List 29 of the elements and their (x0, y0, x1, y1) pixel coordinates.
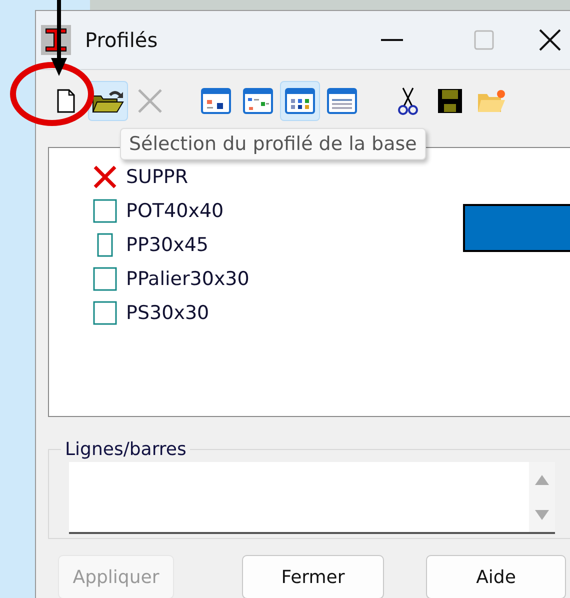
view-icon (285, 88, 315, 114)
profile-name[interactable]: SUPPR (126, 166, 188, 188)
square-profile-icon (93, 199, 117, 223)
delete-icon (136, 87, 164, 115)
toolbar-button[interactable] (88, 81, 128, 121)
tooltip: Sélection du profilé de la base (120, 128, 426, 160)
save-icon (437, 88, 463, 114)
minimize-icon[interactable] (381, 38, 403, 42)
dialog-button[interactable]: Aide (426, 555, 566, 598)
view-icon (201, 88, 231, 114)
view-icon (327, 88, 357, 114)
profile-name[interactable]: PP30x45 (126, 234, 209, 256)
open-folder-icon (91, 88, 125, 114)
dialog-button[interactable]: Fermer (242, 555, 384, 598)
rectangle-profile-icon (97, 233, 113, 257)
new-document-icon (57, 89, 75, 113)
view-icon (243, 88, 273, 114)
square-profile-icon (93, 267, 117, 291)
square-profile-icon (93, 301, 117, 325)
text-area[interactable] (69, 462, 555, 534)
cross-icon (93, 165, 117, 189)
profile-name[interactable]: PPalier30x30 (126, 268, 250, 290)
profile-name[interactable]: PS30x30 (126, 302, 210, 324)
folder-icon (477, 88, 507, 114)
profile-name[interactable]: POT40x40 (126, 200, 224, 222)
scissors-icon (398, 86, 418, 116)
close-icon[interactable] (539, 29, 561, 51)
group-label: Lignes/barres (64, 439, 188, 460)
window-title: Profilés (85, 28, 159, 52)
